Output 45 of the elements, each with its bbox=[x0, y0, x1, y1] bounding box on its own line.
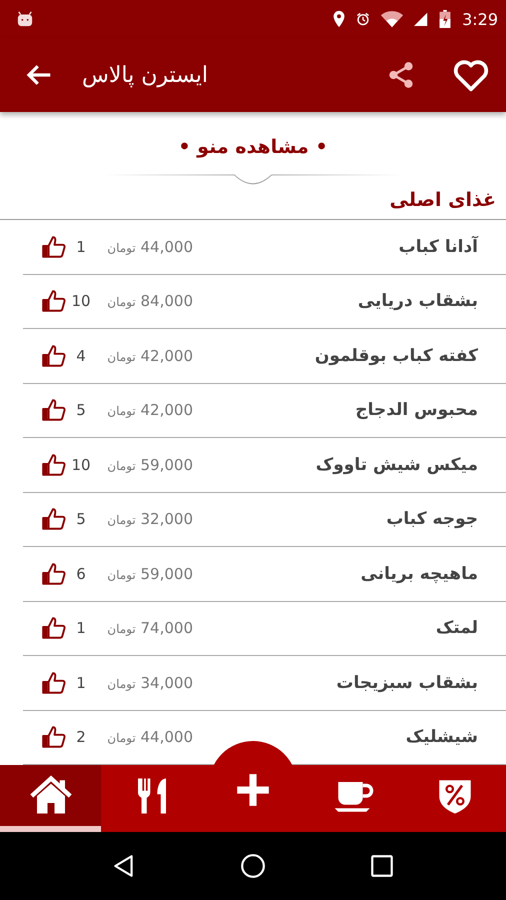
section-title: غذای اصلی bbox=[388, 188, 497, 213]
item-name: محبوس الدجاج bbox=[354, 400, 478, 420]
location-icon bbox=[332, 10, 346, 28]
thumbs-up-icon[interactable] bbox=[41, 234, 67, 260]
toolbar-title: ایسترن پالاس bbox=[82, 62, 208, 88]
like-count: 6 bbox=[75, 564, 87, 583]
like-count: 10 bbox=[70, 456, 92, 474]
item-name: جوجه کباب bbox=[385, 509, 478, 530]
like-count: 1 bbox=[75, 674, 87, 692]
item-name: کفته کباب بوقلمون bbox=[314, 346, 478, 366]
menu-heading: • مشاهده منو • bbox=[178, 136, 328, 158]
android-icon bbox=[16, 11, 34, 27]
thumbs-up-icon[interactable] bbox=[41, 506, 67, 532]
item-name: ماهیچه بریانی bbox=[360, 564, 478, 584]
home-tab[interactable] bbox=[0, 765, 102, 832]
status-time: 3:29 bbox=[462, 10, 498, 28]
item-name: بشقاب دریایی bbox=[356, 291, 478, 312]
home-nav-icon[interactable] bbox=[240, 853, 266, 879]
item-name: بشقاب سبزیجات bbox=[335, 672, 478, 693]
thumbs-up-icon[interactable] bbox=[41, 724, 67, 750]
thumbs-up-icon[interactable] bbox=[41, 670, 67, 696]
item-name: شیشلیک bbox=[404, 727, 478, 748]
wifi-icon bbox=[380, 10, 404, 28]
item-name: آدانا کباب bbox=[398, 236, 478, 257]
thumbs-up-icon[interactable] bbox=[41, 342, 67, 369]
battery-icon bbox=[438, 10, 452, 28]
plus-icon bbox=[234, 771, 272, 809]
like-count: 1 bbox=[75, 619, 87, 638]
thumbs-up-icon[interactable] bbox=[41, 288, 67, 314]
thumbs-up-icon[interactable] bbox=[41, 560, 67, 587]
recents-nav-icon[interactable] bbox=[368, 853, 395, 879]
item-name: میکس شیش تاووک bbox=[314, 454, 478, 475]
thumbs-up-icon[interactable] bbox=[41, 452, 67, 478]
like-count: 2 bbox=[75, 728, 87, 746]
like-count: 10 bbox=[70, 292, 92, 310]
signal-icon bbox=[414, 10, 428, 28]
thumbs-up-icon[interactable] bbox=[41, 615, 67, 642]
item-name: لمتک bbox=[434, 618, 478, 638]
like-count: 5 bbox=[75, 510, 87, 528]
like-count: 4 bbox=[75, 346, 87, 365]
alarm-icon bbox=[356, 10, 370, 28]
like-count: 5 bbox=[75, 401, 87, 420]
home-icon bbox=[30, 774, 72, 816]
like-count: 1 bbox=[75, 238, 87, 256]
thumbs-up-icon[interactable] bbox=[41, 397, 67, 424]
